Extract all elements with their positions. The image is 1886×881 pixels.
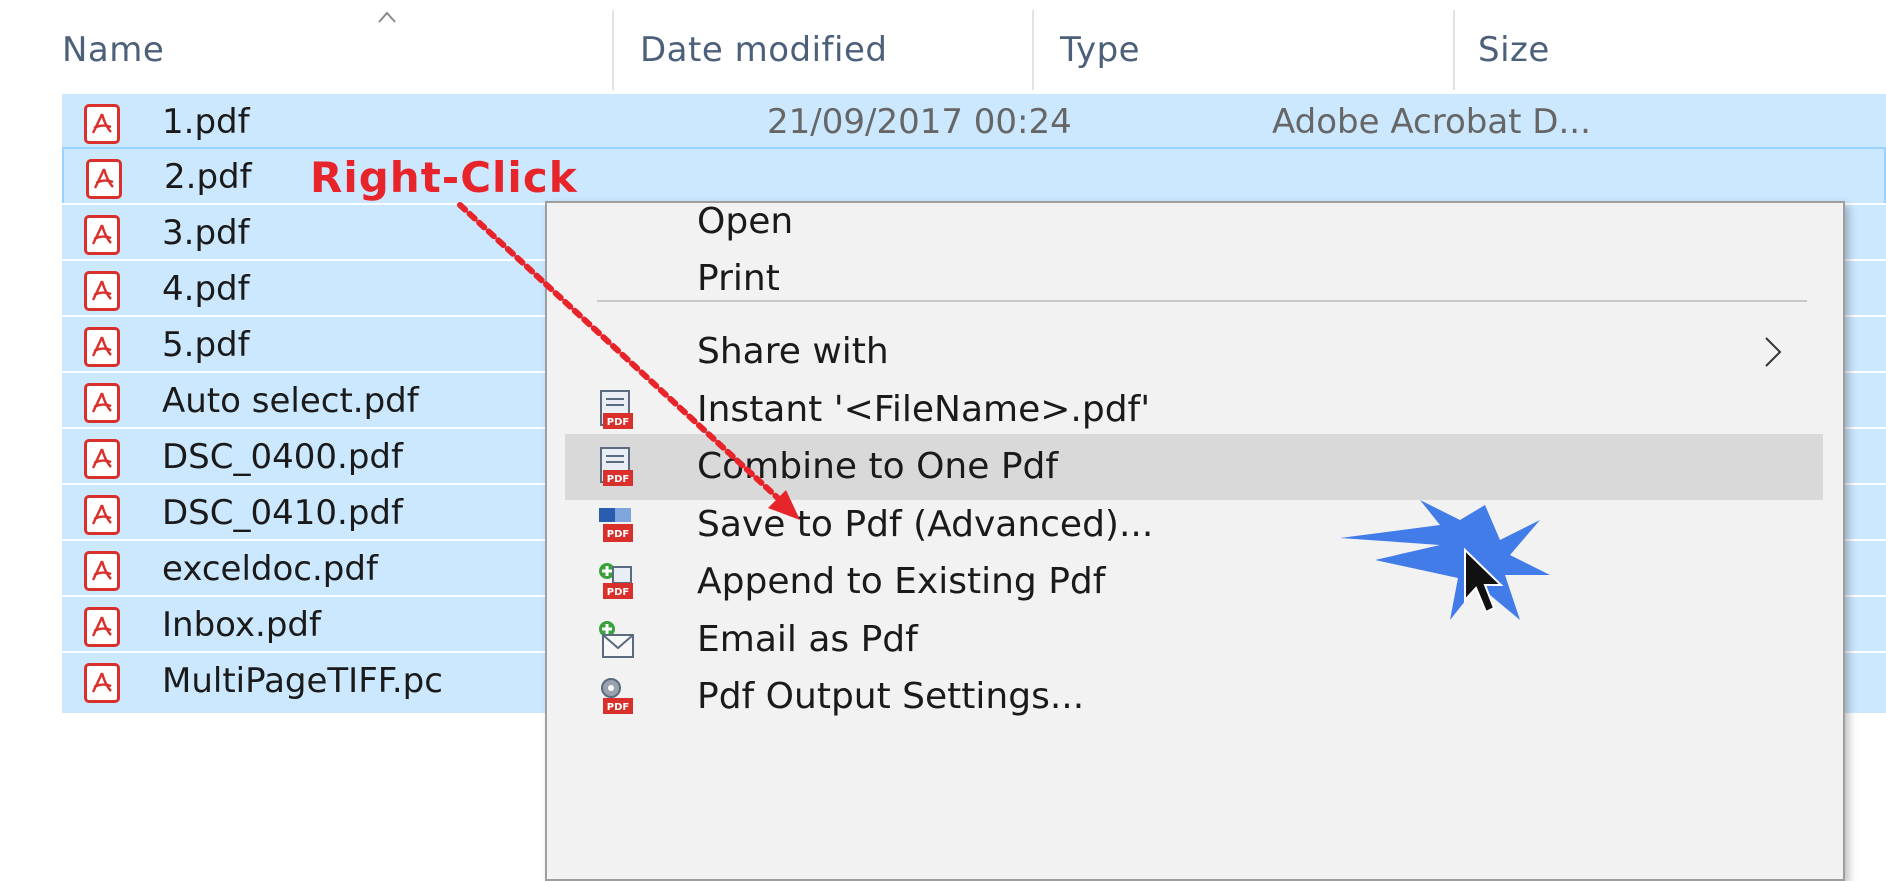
- pdf-file-icon: [84, 215, 120, 255]
- svg-text:PDF: PDF: [607, 417, 629, 428]
- file-type: Adobe Acrobat D...: [1272, 102, 1591, 142]
- menu-item-print[interactable]: Print: [547, 246, 1843, 312]
- column-type[interactable]: Type: [1060, 30, 1140, 70]
- file-name: Auto select.pdf: [162, 381, 419, 421]
- pdf-document-icon: PDF: [600, 390, 633, 429]
- file-name: exceldoc.pdf: [162, 549, 378, 589]
- svg-text:PDF: PDF: [607, 529, 629, 540]
- menu-item-label: Save to Pdf (Advanced)...: [697, 504, 1154, 545]
- column-divider[interactable]: [1032, 10, 1034, 90]
- pdf-file-icon: [84, 327, 120, 367]
- menu-item-label: Open: [697, 201, 794, 242]
- menu-item-label: Combine to One Pdf: [697, 446, 1059, 487]
- file-name: DSC_0400.pdf: [162, 437, 403, 477]
- column-name[interactable]: Name: [62, 30, 164, 70]
- menu-item-label: Share with: [697, 331, 889, 372]
- pdf-file-icon: [84, 383, 120, 423]
- menu-item-share-with[interactable]: Share with: [547, 319, 1843, 385]
- file-name: MultiPageTIFF.pc: [162, 661, 443, 701]
- menu-item-label: Pdf Output Settings...: [697, 676, 1085, 717]
- pdf-file-icon: [84, 551, 120, 591]
- file-name: DSC_0410.pdf: [162, 493, 403, 533]
- email-icon: [599, 621, 634, 658]
- pdf-file-icon: [84, 271, 120, 311]
- pdf-file-icon: [84, 439, 120, 479]
- menu-item-label: Append to Existing Pdf: [697, 561, 1106, 602]
- caret-up-icon: [378, 11, 396, 23]
- file-date: 21/09/2017 00:24: [767, 102, 1072, 142]
- file-name: 5.pdf: [162, 325, 250, 365]
- pdf-settings-icon: PDF: [601, 678, 633, 714]
- file-name: 1.pdf: [162, 102, 250, 142]
- pdf-file-icon: [86, 159, 122, 199]
- file-row[interactable]: 1.pdf 21/09/2017 00:24 Adobe Acrobat D..…: [62, 92, 1886, 154]
- menu-item-label: Email as Pdf: [697, 619, 918, 660]
- context-menu: Open Print Share with PDF Instant '<File…: [545, 201, 1845, 881]
- pdf-file-icon: [84, 607, 120, 647]
- pdf-document-icon: PDF: [600, 447, 633, 486]
- column-date-modified[interactable]: Date modified: [640, 30, 887, 70]
- pdf-append-icon: PDF: [599, 563, 633, 599]
- svg-text:PDF: PDF: [607, 702, 629, 713]
- svg-text:PDF: PDF: [607, 474, 629, 485]
- annotation-label: Right-Click: [310, 153, 578, 202]
- column-header: Name Date modified Type Size: [0, 0, 1886, 100]
- menu-separator: [597, 300, 1807, 302]
- menu-item-pdf-output-settings[interactable]: PDF Pdf Output Settings...: [547, 664, 1843, 730]
- file-name: Inbox.pdf: [162, 605, 321, 645]
- pdf-file-icon: [84, 104, 120, 144]
- pdf-advanced-icon: PDF: [599, 508, 633, 542]
- file-row-partial[interactable]: [62, 848, 562, 868]
- menu-item-label: Instant '<FileName>.pdf': [697, 389, 1151, 430]
- svg-text:PDF: PDF: [607, 587, 629, 598]
- file-name: 4.pdf: [162, 269, 250, 309]
- menu-item-combine-to-one-pdf[interactable]: PDF Combine to One Pdf: [565, 434, 1823, 500]
- menu-item-append-to-existing-pdf[interactable]: PDF Append to Existing Pdf: [547, 549, 1843, 615]
- file-name: 2.pdf: [164, 157, 252, 197]
- column-divider[interactable]: [612, 10, 614, 90]
- file-name: 3.pdf: [162, 213, 250, 253]
- chevron-right-icon: [1765, 337, 1782, 367]
- pdf-file-icon: [84, 663, 120, 703]
- menu-item-label: Print: [697, 258, 780, 299]
- column-divider[interactable]: [1453, 10, 1455, 90]
- column-size[interactable]: Size: [1478, 30, 1550, 70]
- pdf-file-icon: [84, 495, 120, 535]
